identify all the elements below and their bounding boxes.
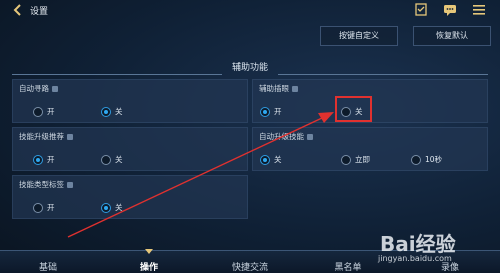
option-label: 关 [274,155,282,164]
assist-eye-label: 辅助插眼 [259,83,298,94]
top-bar: 设置 [0,0,500,22]
auto-skill-label-text: 自动升级技能 [259,132,304,141]
info-icon [67,182,73,188]
section-divider-right [278,74,488,75]
tab-quick-chat[interactable]: 快捷交流 [220,260,280,273]
option-label: 关 [115,155,123,164]
skill-upgrade-off-radio[interactable]: 关 [101,154,123,165]
custom-keys-button[interactable]: 按键自定义 [320,26,398,46]
radio-icon [411,155,421,165]
panel-auto-path: 自动寻路 开 关 [12,79,248,123]
skill-type-tag-off-radio[interactable]: 关 [101,202,123,213]
highlight-box [335,96,372,122]
back-arrow-icon[interactable] [12,4,22,16]
auto-path-label-text: 自动寻路 [19,84,49,93]
panel-skill-type-tag: 技能类型标签 开 关 [12,175,248,219]
radio-icon [341,155,351,165]
info-icon [307,134,313,140]
watermark-logo: Bai经验 [380,232,456,256]
auto-skill-10s-radio[interactable]: 10秒 [411,154,442,165]
option-label: 关 [115,203,123,212]
skill-upgrade-label-text: 技能升级推荐 [19,132,64,141]
auto-skill-immediate-radio[interactable]: 立即 [341,154,370,165]
option-label: 开 [47,107,55,116]
option-label: 开 [274,107,282,116]
skill-upgrade-on-radio[interactable]: 开 [33,154,55,165]
auto-path-off-radio[interactable]: 关 [101,106,123,117]
radio-selected-icon [260,107,270,117]
option-label: 开 [47,155,55,164]
panel-auto-skill: 自动升级技能 关 立即 10秒 [252,127,488,171]
tab-basic[interactable]: 基础 [18,260,78,273]
checklist-icon[interactable] [414,3,428,16]
tab-operation[interactable]: 操作 [119,260,179,273]
auto-path-on-radio[interactable]: 开 [33,106,55,117]
assist-eye-label-text: 辅助插眼 [259,84,289,93]
option-label: 10秒 [425,155,443,164]
info-icon [67,134,73,140]
auto-skill-off-radio[interactable]: 关 [260,154,282,165]
page-title: 设置 [30,7,49,17]
watermark-url: jingyan.baidu.com [378,254,452,263]
settings-screen: 设置 按键自定义 恢复默认 辅助功能 自动寻路 开 关 辅助插眼 开 关 技能升… [0,0,500,273]
info-icon [52,86,58,92]
option-label: 开 [47,203,55,212]
skill-upgrade-label: 技能升级推荐 [19,131,73,142]
menu-icon[interactable] [472,3,486,16]
info-icon [292,86,298,92]
option-label: 关 [115,107,123,116]
chat-icon[interactable] [443,3,457,16]
skill-type-tag-on-radio[interactable]: 开 [33,202,55,213]
panel-skill-upgrade: 技能升级推荐 开 关 [12,127,248,171]
skill-type-tag-label: 技能类型标签 [19,179,73,190]
radio-icon [33,107,43,117]
skill-type-tag-label-text: 技能类型标签 [19,180,64,189]
radio-selected-icon [260,155,270,165]
restore-default-button[interactable]: 恢复默认 [413,26,491,46]
tab-blacklist[interactable]: 黑名单 [318,260,378,273]
active-tab-marker [145,249,153,255]
radio-selected-icon [101,203,111,213]
section-divider-left [12,74,222,75]
assist-eye-on-radio[interactable]: 开 [260,106,282,117]
radio-selected-icon [33,155,43,165]
auto-skill-label: 自动升级技能 [259,131,313,142]
auto-path-label: 自动寻路 [19,83,58,94]
radio-icon [33,203,43,213]
radio-selected-icon [101,107,111,117]
radio-icon [101,155,111,165]
option-label: 立即 [355,155,370,164]
section-title: 辅助功能 [231,63,268,73]
